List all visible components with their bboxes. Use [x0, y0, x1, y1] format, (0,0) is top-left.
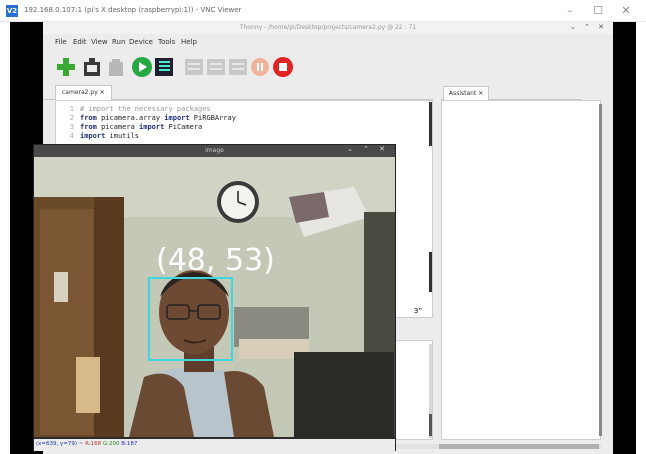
menu-edit[interactable]: Edit	[73, 38, 87, 46]
minimize-button[interactable]: –	[560, 3, 580, 19]
menu-run[interactable]: Run	[112, 38, 125, 46]
image-window[interactable]: image ⌄ ⌃ ✕ (48, 53) (x=639, y=79) ~ R:1…	[33, 144, 396, 451]
new-file-icon[interactable]	[55, 56, 77, 78]
editor-scrollbar-lower[interactable]	[429, 252, 432, 292]
desktop-border-right	[613, 22, 636, 454]
image-window-controls[interactable]: ⌄ ⌃ ✕	[347, 145, 389, 153]
code-token: PiRGBArray	[189, 114, 236, 122]
camera-frame[interactable]: (48, 53)	[34, 157, 395, 437]
load-icon[interactable]	[81, 56, 103, 78]
hanging-item	[54, 272, 68, 302]
line-number: 3	[69, 123, 74, 131]
pixel-red: R:168	[85, 441, 102, 447]
tab-camera2[interactable]: camera2.py ✕	[55, 85, 112, 100]
dark-area	[294, 352, 394, 437]
image-window-titlebar[interactable]: image ⌄ ⌃ ✕	[34, 145, 395, 157]
code-token: from	[80, 114, 97, 122]
line-number: 1	[69, 105, 74, 113]
image-status-bar: (x=639, y=79) ~ R:168 G:200 B:187	[34, 439, 395, 451]
code-line: 4 import imutils	[60, 132, 139, 141]
thonny-window-controls[interactable]: ⌄ ⌃ ✕	[570, 23, 607, 31]
code-token: import	[139, 123, 165, 131]
menu-file[interactable]: File	[55, 38, 67, 46]
code-line: 2 from picamera.array import PiRGBArray	[60, 114, 236, 123]
code-line: 3 from picamera import PiCamera	[60, 123, 202, 132]
toolbar	[43, 52, 613, 82]
resume-icon[interactable]	[249, 56, 271, 78]
code-line: 1 # import the necessary packages	[60, 105, 211, 114]
menu-tools[interactable]: Tools	[158, 38, 175, 46]
code-token: imutils	[105, 132, 140, 140]
horizontal-scrollbar-thumb[interactable]	[439, 444, 599, 449]
step-over-icon[interactable]	[183, 56, 205, 78]
stop-icon[interactable]	[272, 56, 294, 78]
shell-scrollbar-thumb[interactable]	[429, 414, 432, 436]
code-token: picamera	[96, 123, 140, 131]
code-token: PiCamera	[164, 123, 203, 131]
assistant-tabstrip: Assistant ✕	[441, 84, 581, 100]
editor-tabstrip: camera2.py ✕	[43, 82, 433, 100]
assistant-panel[interactable]	[441, 100, 601, 440]
debug-icon[interactable]	[153, 56, 175, 78]
pixel-blue: B:187	[121, 441, 138, 447]
code-token: # import the necessary packages	[80, 105, 211, 113]
line-number: 4	[69, 132, 74, 140]
code-fragment: 3"	[414, 307, 423, 315]
pixel-green: G:200	[102, 441, 120, 447]
image-window-title: image	[205, 147, 224, 154]
menu-bar: File Edit View Run Device Tools Help	[43, 36, 613, 50]
thonny-title: Thonny - /home/pi/Desktop/projects/camer…	[239, 24, 417, 31]
step-into-icon[interactable]	[205, 56, 227, 78]
vnc-titlebar: V2 192.168.0.107:1 (pi's X desktop (rasp…	[0, 0, 646, 22]
tab-assistant[interactable]: Assistant ✕	[443, 86, 490, 100]
code-token: from	[80, 123, 97, 131]
vnc-window-title: 192.168.0.107:1 (pi's X desktop (raspber…	[24, 6, 242, 14]
menu-help[interactable]: Help	[181, 38, 197, 46]
editor-scrollbar[interactable]	[429, 102, 432, 146]
pixel-info-text: (x=639, y=79) ~ R:168 G:200 B:187	[36, 441, 137, 447]
menu-device[interactable]: Device	[129, 38, 153, 46]
line-number: 2	[69, 114, 74, 122]
save-icon[interactable]	[105, 56, 127, 78]
thonny-titlebar: Thonny - /home/pi/Desktop/projects/camer…	[43, 22, 613, 34]
maximize-button[interactable]: ☐	[588, 3, 608, 19]
close-button[interactable]: ✕	[616, 3, 636, 19]
vnc-logo-icon: V2	[6, 5, 18, 17]
code-token: picamera.array	[96, 114, 165, 122]
pixel-coordinates: (x=639, y=79) ~	[36, 441, 86, 447]
assistant-scrollbar[interactable]	[599, 104, 602, 436]
menu-view[interactable]: View	[91, 38, 108, 46]
step-out-icon[interactable]	[227, 56, 249, 78]
run-icon[interactable]	[131, 56, 153, 78]
paper-bag	[76, 357, 100, 413]
code-token: import	[164, 114, 190, 122]
face-detection-box	[148, 277, 233, 361]
code-token: import	[80, 132, 106, 140]
face-center-label: (48, 53)	[156, 243, 275, 278]
